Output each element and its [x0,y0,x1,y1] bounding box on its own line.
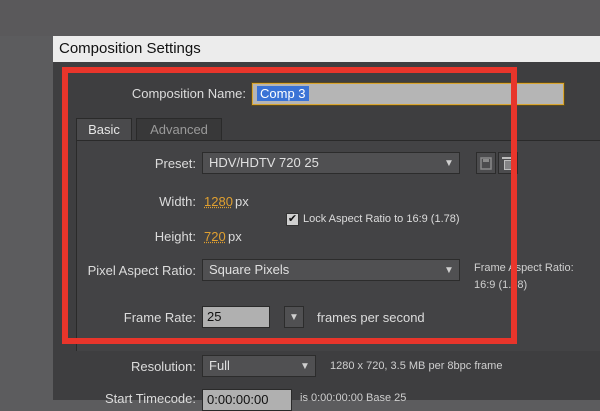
start-timecode-info: is 0:00:00:00 Base 25 [300,392,407,404]
lock-aspect-checkbox[interactable]: ✔ [286,213,299,226]
height-label: Height: [154,229,196,244]
pixel-aspect-dropdown[interactable]: Square Pixels ▼ [202,259,460,281]
width-unit: px [235,194,249,209]
frame-rate-unit: frames per second [317,310,425,325]
chevron-down-icon: ▼ [444,265,454,276]
frame-aspect-value: 16:9 (1.78) [474,279,528,291]
composition-name-input[interactable]: Comp 3 [251,82,565,106]
preset-value: HDV/HDTV 720 25 [209,155,319,170]
pixel-aspect-label: Pixel Aspect Ratio: [87,263,196,278]
composition-name-value: Comp 3 [257,86,309,101]
frame-rate-label: Frame Rate: [123,310,196,325]
save-preset-button[interactable] [476,152,496,174]
pixel-aspect-value: Square Pixels [209,262,290,277]
start-timecode-label: Start Timecode: [104,391,196,406]
chevron-down-icon: ▼ [300,361,310,372]
dialog-title: Composition Settings [53,36,600,62]
width-label: Width: [159,194,196,209]
height-value[interactable]: 720 [204,229,226,244]
checkmark-icon: ✔ [287,213,298,225]
frame-rate-input[interactable]: 25 [202,306,270,328]
resolution-dropdown[interactable]: Full ▼ [202,355,316,377]
tab-advanced[interactable]: Advanced [136,118,222,140]
delete-preset-button[interactable] [498,152,518,174]
frame-rate-dropdown[interactable]: ▼ [284,306,304,328]
composition-name-label: Composition Name: [131,86,246,101]
preset-dropdown[interactable]: HDV/HDTV 720 25 ▼ [202,152,460,174]
preset-label: Preset: [154,156,196,171]
resolution-label: Resolution: [130,359,196,374]
resolution-info: 1280 x 720, 3.5 MB per 8bpc frame [330,360,503,372]
tab-basic[interactable]: Basic [76,118,132,140]
start-timecode-input[interactable]: 0:00:00:00 [202,389,292,411]
resolution-value: Full [209,358,230,373]
height-unit: px [228,229,242,244]
trash-icon [502,157,514,170]
desktop-background [0,0,600,36]
frame-aspect-label: Frame Aspect Ratio: [474,262,574,274]
chevron-down-icon: ▼ [289,312,299,323]
save-icon [480,157,492,170]
chevron-down-icon: ▼ [444,158,454,169]
width-value[interactable]: 1280 [204,194,233,209]
lock-aspect-label: Lock Aspect Ratio to 16:9 (1.78) [303,213,460,225]
